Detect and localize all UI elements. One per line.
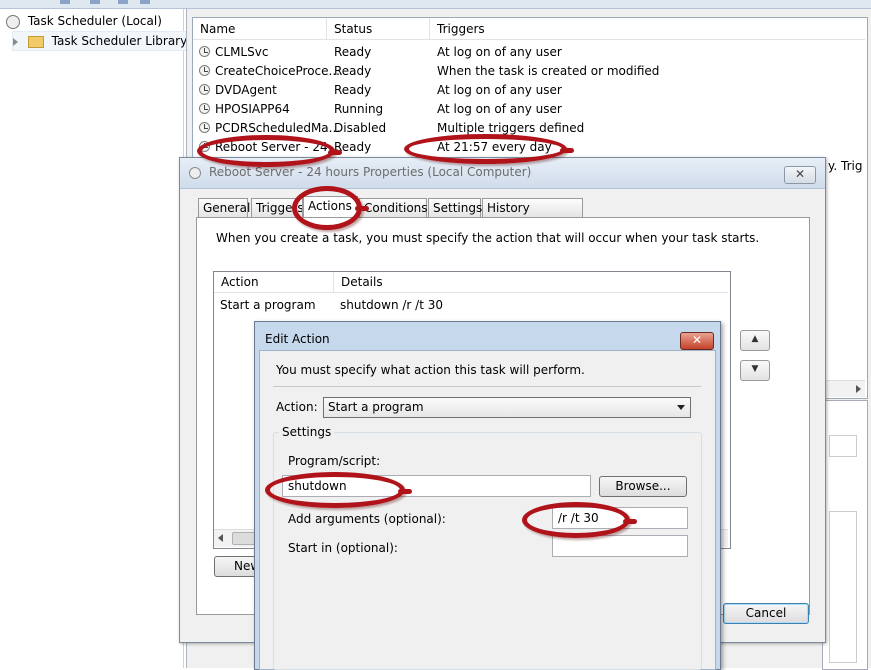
task-trigger: At log on of any user: [437, 83, 562, 97]
close-button[interactable]: ✕: [680, 332, 714, 350]
table-row[interactable]: PCDRScheduledMa... Disabled Multiple tri…: [193, 119, 865, 138]
table-row[interactable]: HPOSIAPP64 Running At log on of any user: [193, 100, 865, 119]
top-toolbar-strip: [0, 0, 871, 9]
task-status: Ready: [334, 64, 372, 78]
program-input[interactable]: shutdown: [282, 475, 591, 497]
scroll-left-arrow-icon[interactable]: [218, 534, 223, 542]
task-trigger: At 21:57 every day: [437, 140, 552, 154]
actions-instruction: When you create a task, you must specify…: [216, 231, 760, 245]
task-details-pane: [822, 400, 868, 670]
task-name: DVDAgent: [215, 83, 277, 97]
task-trigger: Multiple triggers defined: [437, 121, 585, 135]
tree-item-label: Task Scheduler Library: [51, 34, 188, 48]
tab-conditions[interactable]: Conditions: [359, 198, 428, 217]
cancel-button[interactable]: Cancel: [723, 603, 809, 624]
task-name: Reboot Server - 24 ...: [215, 140, 343, 154]
toolbar-icon[interactable]: [90, 0, 100, 4]
properties-title: Reboot Server - 24 hours Properties (Loc…: [209, 165, 532, 179]
task-clock-icon: [199, 84, 210, 95]
task-name: PCDRScheduledMa...: [215, 121, 341, 135]
action-label: Action:: [276, 400, 318, 414]
tab-history[interactable]: History (disabled): [482, 198, 583, 234]
start-in-label: Start in (optional):: [288, 541, 398, 555]
action-select[interactable]: Start a program: [323, 397, 691, 418]
task-clock-icon: [199, 103, 210, 114]
column-header-name[interactable]: Name: [193, 18, 327, 40]
table-row[interactable]: DVDAgent Ready At log on of any user: [193, 81, 865, 100]
column-header-triggers[interactable]: Triggers: [430, 18, 865, 40]
action-details: shutdown /r /t 30: [340, 298, 443, 312]
task-status: Ready: [334, 45, 372, 59]
details-field[interactable]: [829, 511, 857, 663]
task-name: CreateChoiceProce...: [215, 64, 340, 78]
table-row[interactable]: Start a program shutdown /r /t 30: [214, 296, 728, 315]
column-header-action[interactable]: Action: [214, 272, 334, 293]
toolbar-icon[interactable]: [118, 0, 128, 4]
program-label: Program/script:: [288, 454, 381, 468]
start-in-input[interactable]: [552, 535, 688, 557]
clock-icon: [6, 14, 20, 29]
tab-general[interactable]: General: [198, 198, 250, 217]
arguments-input[interactable]: /r /t 30: [552, 507, 688, 529]
truncated-text: y. Trig: [828, 159, 863, 173]
task-status: Running: [334, 102, 384, 116]
settings-label: Settings: [279, 425, 335, 439]
task-trigger: At log on of any user: [437, 102, 562, 116]
task-name: CLMLSvc: [215, 45, 269, 59]
tree-item-label: Task Scheduler (Local): [27, 14, 162, 28]
arguments-label: Add arguments (optional):: [288, 512, 446, 526]
task-status: Ready: [334, 140, 372, 154]
tab-actions[interactable]: Actions: [303, 196, 358, 218]
down-arrow-icon: ▼: [751, 364, 759, 374]
expand-arrow-icon[interactable]: [13, 37, 18, 46]
tree-item-root[interactable]: Task Scheduler (Local): [6, 12, 162, 30]
details-field[interactable]: [829, 435, 857, 457]
tree-item-library[interactable]: Task Scheduler Library: [12, 31, 193, 51]
navigation-tree: Task Scheduler (Local) Task Scheduler Li…: [0, 9, 193, 668]
task-clock-icon: [199, 141, 210, 152]
column-header-details[interactable]: Details: [334, 272, 728, 293]
toolbar-icon[interactable]: [60, 0, 70, 4]
tab-triggers[interactable]: Triggers: [251, 198, 303, 217]
edit-action-title: Edit Action: [265, 332, 330, 346]
toolbar-icon[interactable]: [140, 0, 150, 4]
task-status: Ready: [334, 83, 372, 97]
scroll-right-arrow-icon[interactable]: [856, 385, 861, 393]
divider: [273, 386, 701, 387]
task-trigger: When the task is created or modified: [437, 64, 660, 78]
column-header-status[interactable]: Status: [327, 18, 430, 40]
task-clock-icon: [199, 46, 210, 57]
task-trigger: At log on of any user: [437, 45, 562, 59]
up-arrow-icon: ▲: [751, 334, 759, 344]
browse-button[interactable]: Browse...: [599, 476, 687, 497]
edit-instruction: You must specify what action this task w…: [276, 363, 585, 377]
tab-settings[interactable]: Settings: [428, 198, 482, 217]
chevron-down-icon: [677, 405, 685, 410]
move-up-button[interactable]: ▲: [740, 330, 770, 351]
close-button[interactable]: ✕: [784, 166, 816, 184]
properties-title-bar[interactable]: Reboot Server - 24 hours Properties (Loc…: [180, 158, 825, 189]
task-clock-icon: [199, 65, 210, 76]
action-type: Start a program: [220, 298, 316, 312]
task-name: HPOSIAPP64: [215, 102, 290, 116]
task-clock-icon: [199, 122, 210, 133]
table-row[interactable]: Reboot Server - 24 ... Ready At 21:57 ev…: [193, 138, 865, 157]
task-status: Disabled: [334, 121, 387, 135]
close-icon: ✕: [794, 167, 806, 181]
table-row[interactable]: CreateChoiceProce... Ready When the task…: [193, 62, 865, 81]
action-select-value: Start a program: [328, 400, 424, 414]
folder-icon: [27, 35, 44, 48]
close-icon: ✕: [691, 333, 703, 347]
move-down-button[interactable]: ▼: [740, 360, 770, 381]
table-row[interactable]: CLMLSvc Ready At log on of any user: [193, 43, 865, 62]
clock-icon: [189, 167, 201, 179]
